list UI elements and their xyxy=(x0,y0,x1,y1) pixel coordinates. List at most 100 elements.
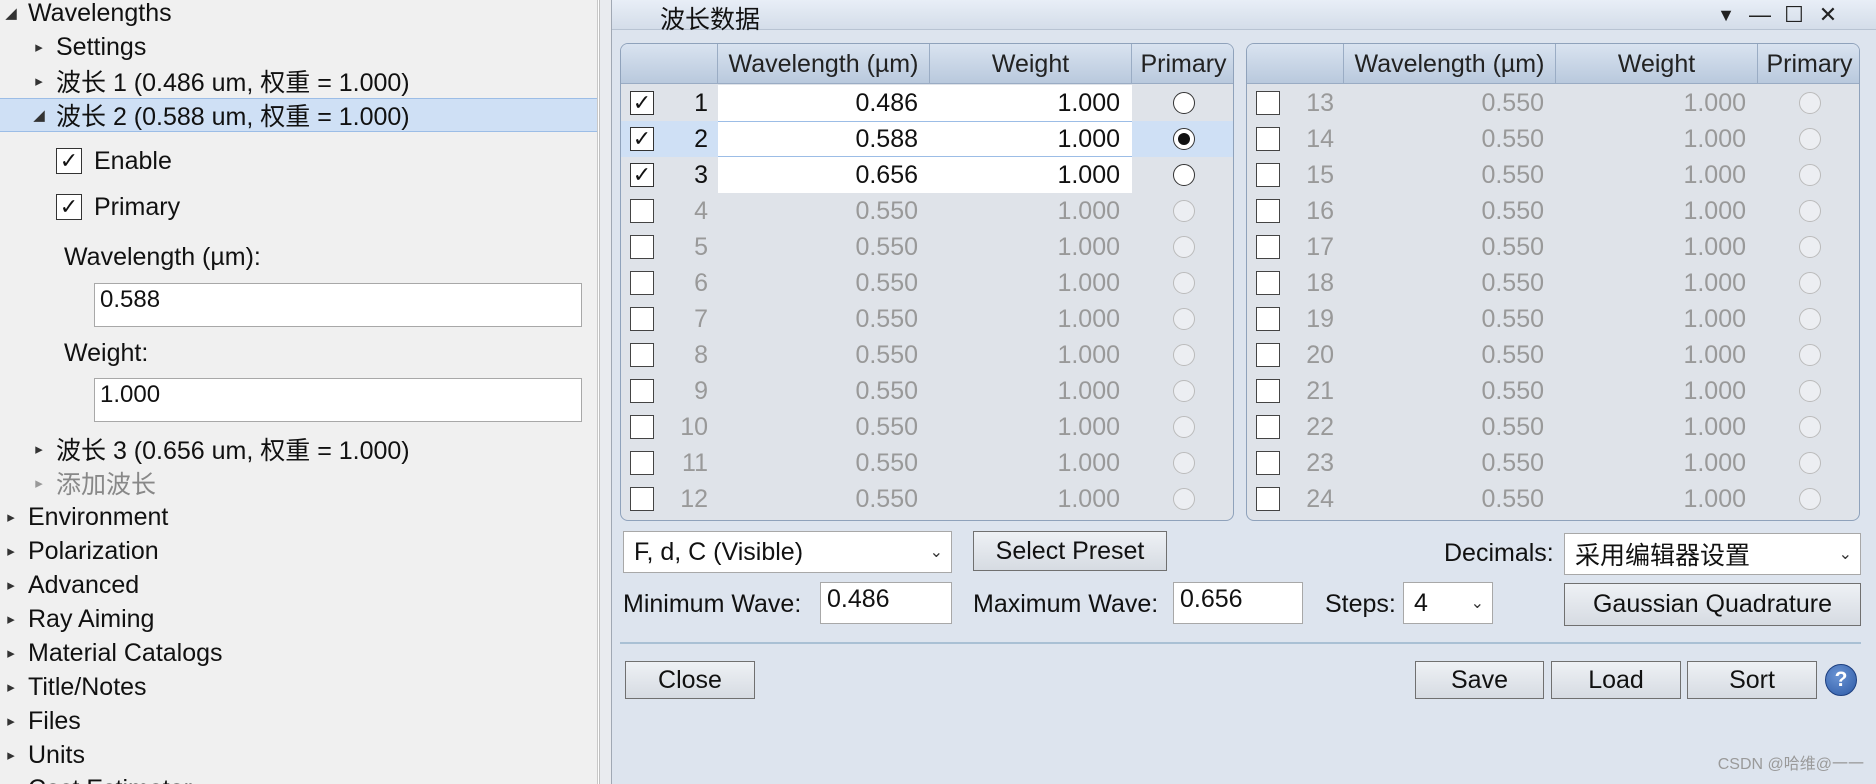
primary-radio-cell[interactable] xyxy=(1132,373,1233,409)
row-enable-checkbox[interactable] xyxy=(1256,235,1280,259)
wavelength-cell[interactable]: 0.550 xyxy=(718,445,930,481)
row-enable-checkbox[interactable] xyxy=(630,271,654,295)
table-row[interactable]: 12 0.550 1.000 xyxy=(621,481,1233,517)
row-enable-checkbox[interactable]: ✓ xyxy=(630,91,654,115)
primary-radio-cell[interactable] xyxy=(1758,337,1859,373)
weight-cell[interactable]: 1.000 xyxy=(930,301,1132,337)
tree-node-polarization[interactable]: ▸ Polarization xyxy=(0,534,597,568)
primary-radio-cell[interactable] xyxy=(1132,337,1233,373)
wavelength-cell[interactable]: 0.550 xyxy=(718,409,930,445)
row-enable-checkbox-cell[interactable] xyxy=(1247,265,1289,301)
help-icon[interactable]: ? xyxy=(1825,664,1857,696)
close-button[interactable]: Close xyxy=(625,661,755,699)
row-enable-checkbox[interactable] xyxy=(1256,199,1280,223)
wavelength-cell[interactable]: 0.550 xyxy=(718,193,930,229)
steps-select[interactable]: 4 ⌄ xyxy=(1403,582,1493,624)
primary-radio-cell[interactable] xyxy=(1132,229,1233,265)
wavelength-cell[interactable]: 0.550 xyxy=(1344,85,1556,121)
header-wavelength[interactable]: Wavelength (µm) xyxy=(1344,44,1556,84)
row-enable-checkbox-cell[interactable] xyxy=(1247,85,1289,121)
weight-cell[interactable]: 1.000 xyxy=(930,121,1132,157)
tree-node-environment[interactable]: ▸ Environment xyxy=(0,500,597,534)
table-row[interactable]: 21 0.550 1.000 xyxy=(1247,373,1859,409)
primary-checkbox[interactable]: ✓ xyxy=(56,194,82,220)
wavelength-cell[interactable]: 0.656 xyxy=(718,157,930,193)
weight-cell[interactable]: 1.000 xyxy=(1556,373,1758,409)
primary-checkbox-row[interactable]: ✓ Primary xyxy=(56,189,180,225)
wavelength-cell[interactable]: 0.550 xyxy=(1344,193,1556,229)
max-wave-input[interactable]: 0.656 xyxy=(1173,582,1303,624)
row-enable-checkbox-cell[interactable] xyxy=(1247,445,1289,481)
row-enable-checkbox[interactable] xyxy=(630,451,654,475)
wavelength-cell[interactable]: 0.550 xyxy=(718,481,930,517)
primary-radio-cell[interactable] xyxy=(1132,409,1233,445)
wavelength-cell[interactable]: 0.550 xyxy=(718,229,930,265)
triangle-right-icon[interactable]: ▸ xyxy=(28,440,50,458)
wavelength-cell[interactable]: 0.550 xyxy=(1344,265,1556,301)
wavelength-cell[interactable]: 0.486 xyxy=(718,85,930,121)
tree-node-settings[interactable]: ▸ Settings xyxy=(0,30,597,64)
weight-cell[interactable]: 1.000 xyxy=(1556,301,1758,337)
primary-radio-cell[interactable] xyxy=(1758,229,1859,265)
primary-radio-cell[interactable] xyxy=(1758,121,1859,157)
maximize-icon[interactable]: ☐ xyxy=(1779,0,1809,30)
row-enable-checkbox-cell[interactable]: ✓ xyxy=(621,85,663,121)
triangle-down-icon[interactable]: ◢ xyxy=(28,106,50,124)
wavelength-cell[interactable]: 0.588 xyxy=(718,121,930,157)
header-weight[interactable]: Weight xyxy=(1556,44,1758,84)
sort-button[interactable]: Sort xyxy=(1687,661,1817,699)
table-row[interactable]: 11 0.550 1.000 xyxy=(621,445,1233,481)
table-row[interactable]: 20 0.550 1.000 xyxy=(1247,337,1859,373)
weight-cell[interactable]: 1.000 xyxy=(930,157,1132,193)
row-enable-checkbox-cell[interactable] xyxy=(1247,157,1289,193)
primary-radio-cell[interactable] xyxy=(1132,121,1233,157)
row-enable-checkbox-cell[interactable] xyxy=(621,301,663,337)
row-enable-checkbox-cell[interactable] xyxy=(621,445,663,481)
close-icon[interactable]: ✕ xyxy=(1813,0,1843,30)
header-primary[interactable]: Primary xyxy=(1132,44,1233,84)
triangle-right-icon[interactable]: ▸ xyxy=(0,712,22,730)
row-enable-checkbox-cell[interactable] xyxy=(1247,229,1289,265)
row-enable-checkbox-cell[interactable] xyxy=(1247,409,1289,445)
header-wavelength[interactable]: Wavelength (µm) xyxy=(718,44,930,84)
wavelength-cell[interactable]: 0.550 xyxy=(1344,373,1556,409)
primary-radio-cell[interactable] xyxy=(1132,481,1233,517)
row-enable-checkbox[interactable] xyxy=(630,235,654,259)
row-enable-checkbox[interactable] xyxy=(1256,415,1280,439)
weight-cell[interactable]: 1.000 xyxy=(930,337,1132,373)
row-enable-checkbox[interactable] xyxy=(630,307,654,331)
row-enable-checkbox[interactable] xyxy=(1256,379,1280,403)
primary-radio-cell[interactable] xyxy=(1758,481,1859,517)
row-enable-checkbox-cell[interactable] xyxy=(621,373,663,409)
row-enable-checkbox-cell[interactable] xyxy=(621,193,663,229)
wavelength-cell[interactable]: 0.550 xyxy=(718,301,930,337)
table-row[interactable]: 23 0.550 1.000 xyxy=(1247,445,1859,481)
primary-radio-cell[interactable] xyxy=(1132,301,1233,337)
row-enable-checkbox[interactable] xyxy=(630,199,654,223)
row-enable-checkbox-cell[interactable] xyxy=(1247,301,1289,337)
row-enable-checkbox[interactable]: ✓ xyxy=(630,163,654,187)
tree-node-wave-3[interactable]: ▸ 波长 3 (0.656 um, 权重 = 1.000) xyxy=(0,432,597,466)
weight-cell[interactable]: 1.000 xyxy=(1556,445,1758,481)
triangle-right-icon[interactable]: ▸ xyxy=(28,474,50,492)
table-row[interactable]: 17 0.550 1.000 xyxy=(1247,229,1859,265)
wavelength-cell[interactable]: 0.550 xyxy=(1344,481,1556,517)
primary-radio-cell[interactable] xyxy=(1758,445,1859,481)
primary-radio-cell[interactable] xyxy=(1758,85,1859,121)
primary-radio-cell[interactable] xyxy=(1758,157,1859,193)
table-row[interactable]: 24 0.550 1.000 xyxy=(1247,481,1859,517)
wavelength-cell[interactable]: 0.550 xyxy=(718,337,930,373)
triangle-right-icon[interactable]: ▸ xyxy=(0,746,22,764)
row-enable-checkbox-cell[interactable] xyxy=(621,481,663,517)
row-enable-checkbox[interactable] xyxy=(1256,163,1280,187)
tree-node-wave-1[interactable]: ▸ 波长 1 (0.486 um, 权重 = 1.000) xyxy=(0,64,597,98)
row-enable-checkbox[interactable] xyxy=(1256,127,1280,151)
weight-cell[interactable]: 1.000 xyxy=(1556,481,1758,517)
minimize-icon[interactable]: — xyxy=(1745,0,1775,30)
triangle-right-icon[interactable]: ▸ xyxy=(28,38,50,56)
triangle-right-icon[interactable]: ▸ xyxy=(0,610,22,628)
weight-cell[interactable]: 1.000 xyxy=(930,409,1132,445)
row-enable-checkbox-cell[interactable] xyxy=(1247,481,1289,517)
table-row[interactable]: 18 0.550 1.000 xyxy=(1247,265,1859,301)
row-enable-checkbox[interactable] xyxy=(1256,343,1280,367)
